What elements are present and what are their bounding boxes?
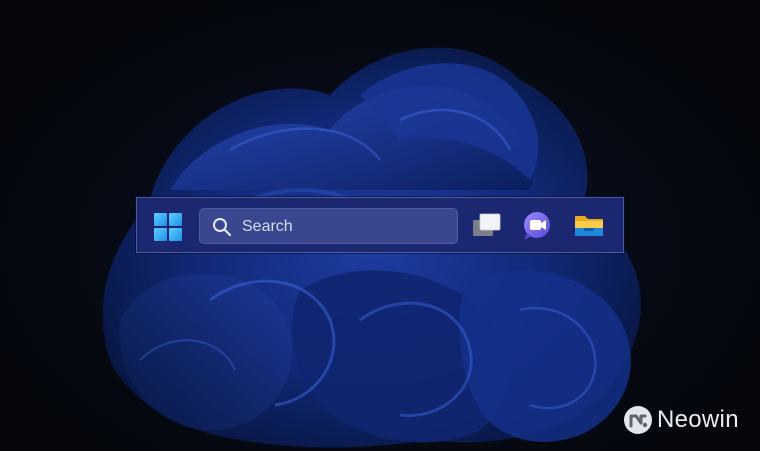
- neowin-watermark: Neowin: [622, 404, 750, 436]
- folder-icon: [575, 216, 603, 236]
- neowin-brand-text: Neowin: [657, 406, 739, 433]
- teams-chat-icon: [524, 212, 550, 240]
- search-icon: [213, 218, 232, 237]
- search-label: Search: [242, 218, 293, 235]
- start-button[interactable]: [153, 212, 183, 242]
- taskbar: Search: [136, 197, 624, 253]
- windows-logo-icon: [154, 213, 182, 241]
- chat-button[interactable]: [518, 208, 556, 244]
- task-view-button[interactable]: [468, 208, 506, 244]
- neowin-logo-icon: [624, 406, 652, 434]
- file-explorer-button[interactable]: [570, 208, 608, 244]
- task-view-icon: [473, 213, 501, 236]
- search-box[interactable]: Search: [199, 208, 458, 244]
